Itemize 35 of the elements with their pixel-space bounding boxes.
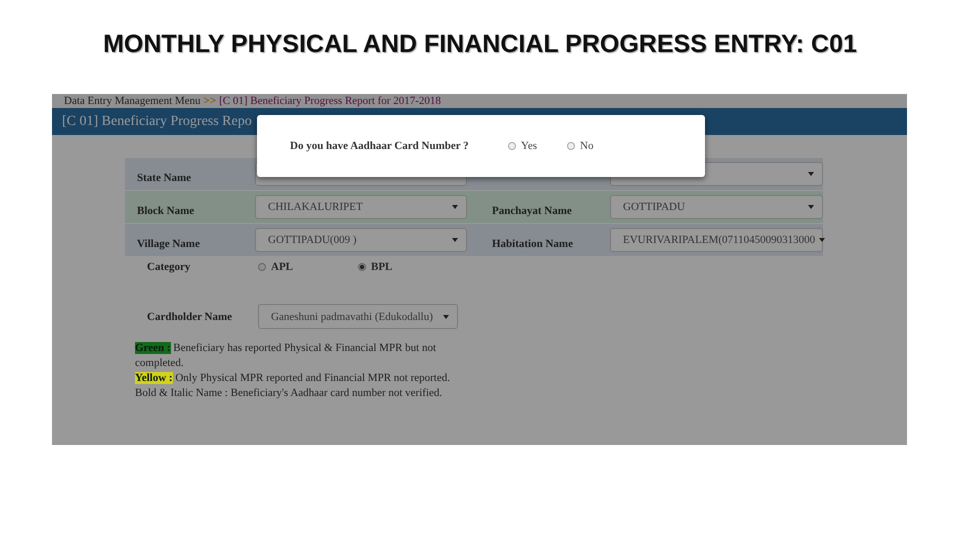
radio-button[interactable] (508, 142, 516, 150)
radio-button[interactable] (358, 263, 366, 271)
legend-text: Green : Beneficiary has reported Physical & Financial MPR but not completed. (135, 341, 438, 371)
page-title: [C 01] Beneficiary Progress Repo (62, 114, 252, 130)
field-label: State Name (137, 172, 192, 184)
field-label: Habitation Name (492, 238, 573, 250)
dropdown[interactable]: EVURIVARIPALEM(07110450090313000 (610, 228, 823, 252)
dropdown[interactable]: Ganeshuni padmavathi (Edukodallu) (258, 304, 458, 329)
caret-icon (452, 238, 458, 242)
field-label: Panchayat Name (492, 205, 572, 217)
caret-icon (808, 205, 814, 209)
radio-label: BPL (371, 261, 392, 273)
breadcrumb-link[interactable]: Data Entry Management Menu (64, 94, 201, 108)
caret-icon (808, 172, 814, 176)
caret-icon (443, 314, 449, 318)
dropdown[interactable]: CHILAKALURIPET (255, 195, 467, 219)
radio-label: APL (271, 261, 293, 273)
radio-button[interactable] (567, 142, 575, 150)
modal-question: Do you have Aadhaar Card Number ? (290, 140, 470, 152)
breadcrumb-current: [C 01] Beneficiary Progress Report for 2017-2018 (219, 94, 441, 108)
caret-icon (819, 238, 826, 242)
radio-label: No (580, 140, 594, 152)
dropdown[interactable]: GOTTIPADU(009 ) (255, 228, 467, 252)
legend-text: Yellow : Only Physical MPR reported and Financial MPR not reported. (135, 371, 451, 386)
field-label: Category (147, 261, 192, 273)
slide-title: MONTHLY PHYSICAL AND FINANCIAL PROGRESS ENTRY: C01 (103, 29, 857, 60)
breadcrumb-separator: >> (204, 94, 216, 108)
caret-icon (452, 205, 458, 209)
field-label: Village Name (137, 238, 200, 250)
radio-button[interactable] (258, 263, 266, 271)
radio-label: Yes (521, 140, 538, 152)
legend-text: Bold & Italic Name : Beneficiary's Aadhaar card number not verified. (135, 386, 444, 401)
field-label: Block Name (137, 205, 194, 217)
dropdown[interactable]: GOTTIPADU (610, 195, 823, 219)
field-label: Cardholder Name (147, 310, 234, 322)
